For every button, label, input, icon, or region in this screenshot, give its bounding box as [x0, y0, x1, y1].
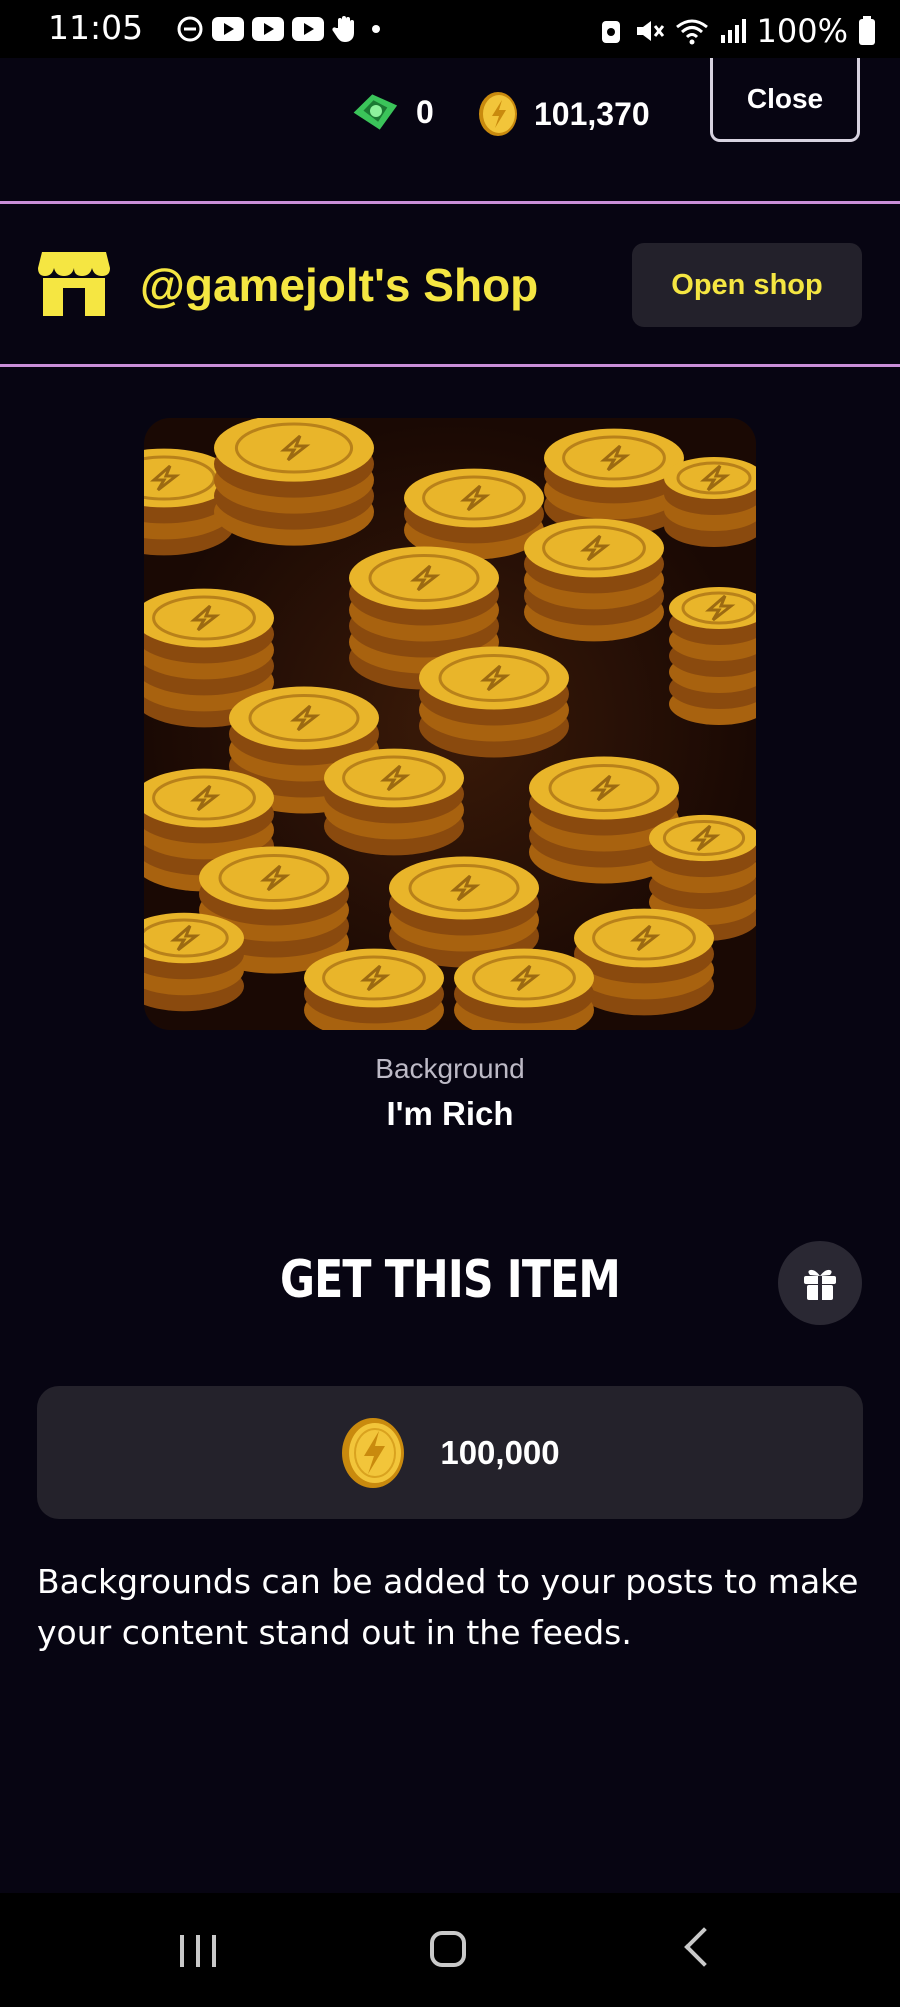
lock-icon	[601, 21, 620, 43]
item-artwork	[144, 418, 756, 1030]
coin-pile-image	[144, 418, 756, 1030]
dot-icon	[372, 25, 380, 33]
mute-icon	[636, 21, 664, 41]
home-icon[interactable]	[430, 1931, 466, 1967]
status-icons-left	[176, 14, 384, 44]
shop-header: @gamejolt's Shop Open shop	[0, 206, 900, 364]
status-time: 11:05	[48, 8, 144, 47]
shop-title: @gamejolt's Shop	[140, 259, 539, 311]
buy-with-coins-button[interactable]: 100,000	[37, 1386, 863, 1519]
divider-bottom	[0, 364, 900, 367]
back-icon[interactable]	[684, 1927, 724, 1967]
item-type: Background	[375, 1053, 525, 1084]
open-shop-button[interactable]: Open shop	[632, 243, 862, 327]
item-name: I'm Rich	[386, 1095, 514, 1132]
battery-icon	[859, 16, 875, 45]
status-icons-right: 100%	[599, 12, 876, 50]
gem-icon	[353, 94, 398, 130]
coins-count: 101,370	[534, 95, 650, 132]
coin-icon	[479, 92, 517, 136]
youtube-icon	[252, 17, 284, 41]
get-item-heading: GET THIS ITEM	[279, 1250, 621, 1310]
gift-button[interactable]	[778, 1241, 862, 1325]
battery-percent: 100%	[756, 12, 848, 50]
gems-count: 0	[416, 93, 434, 130]
wifi-icon	[675, 19, 708, 45]
do-not-disturb-icon	[177, 16, 203, 42]
youtube-icon	[212, 17, 244, 41]
currency-bar: 0 101,370 Close	[0, 58, 900, 202]
status-bar: 11:05 100%	[0, 0, 900, 58]
item-description: Backgrounds can be added to your posts t…	[37, 1562, 859, 1652]
gems-balance: 0	[350, 90, 434, 134]
hand-icon	[332, 16, 354, 42]
recent-apps-icon[interactable]	[180, 1935, 216, 1967]
price-amount: 100,000	[440, 1433, 560, 1471]
coins-balance: 101,370	[476, 90, 650, 138]
close-button[interactable]: Close	[710, 58, 860, 142]
divider-top	[0, 201, 900, 204]
shop-icon	[38, 252, 110, 316]
coin-icon	[342, 1417, 405, 1488]
signal-icon	[720, 19, 746, 43]
navigation-bar	[0, 1893, 900, 2007]
youtube-icon	[292, 17, 324, 41]
gift-icon	[804, 1269, 836, 1300]
